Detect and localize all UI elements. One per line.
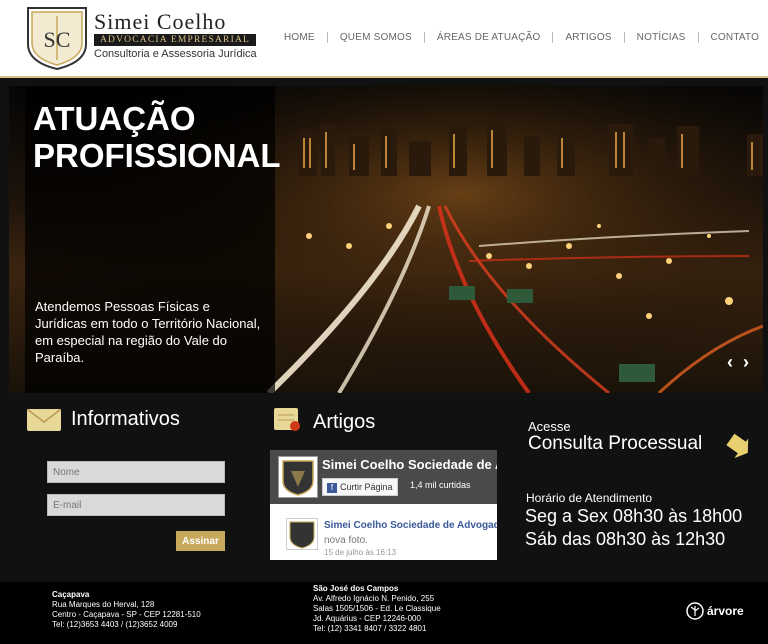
chevron-left-icon[interactable]: ‹ — [727, 352, 733, 373]
main-nav: HOME QUEM SOMOS ÁREAS DE ATUAÇÃO ARTIGOS… — [272, 30, 768, 44]
agency-credit[interactable]: árvore — [686, 602, 744, 620]
brand-band: Advocacia Empresarial — [94, 34, 256, 46]
brand-subtitle: Consultoria e Assessoria Jurídica — [94, 48, 257, 60]
hours-saturday: Sáb das 08h30 às 12h30 — [525, 529, 726, 549]
nav-noticias[interactable]: NOTÍCIAS — [625, 32, 698, 43]
hours-title: Horário de Atendimento — [526, 491, 653, 505]
fb-post-avatar[interactable] — [286, 518, 318, 550]
hero-slider: Atuação Profissional Atendemos Pessoas F… — [9, 86, 763, 393]
nav-areas-de-atuacao[interactable]: ÁREAS DE ATUAÇÃO — [425, 32, 553, 43]
address-line: Salas 1505/1506 - Ed. Le Classique — [313, 604, 441, 613]
site-header: SC Simei Coelho Advocacia Empresarial Co… — [0, 0, 768, 78]
facebook-icon: f — [327, 482, 337, 493]
arrow-down-right-icon[interactable] — [726, 434, 750, 458]
subscribe-button[interactable]: Assinar — [176, 531, 225, 551]
notepad-icon — [274, 408, 300, 431]
credit-label: árvore — [707, 604, 744, 618]
address-phone: Tel: (12) 3341 8407 / 3322 4801 — [313, 624, 427, 633]
envelope-icon — [27, 409, 61, 431]
nav-quem-somos[interactable]: QUEM SOMOS — [328, 32, 424, 43]
tree-logo-icon — [686, 602, 704, 620]
fb-like-label: Curtir Página — [340, 482, 393, 492]
brand-name: Simei Coelho — [94, 9, 227, 34]
fb-like-button[interactable]: f Curtir Página — [322, 478, 398, 496]
site-logo[interactable]: SC Simei Coelho Advocacia Empresarial Co… — [26, 6, 258, 70]
hero-title: Atuação Profissional — [33, 100, 281, 174]
address-line: Av. Alfredo Ignácio N. Penido, 255 — [313, 594, 435, 603]
address-line: Rua Marques do Herval, 128 — [52, 600, 155, 609]
address-line: Centro - Caçapava - SP - CEP 12281-510 — [52, 610, 201, 619]
chevron-right-icon[interactable]: › — [743, 352, 749, 373]
site-footer: Caçapava Rua Marques do Herval, 128 Cent… — [0, 582, 768, 644]
email-input[interactable] — [47, 494, 225, 516]
artigos-title: Artigos — [313, 411, 376, 433]
nav-artigos[interactable]: ARTIGOS — [553, 32, 623, 43]
address-city: Caçapava — [52, 590, 90, 599]
address-city: São José dos Campos — [313, 584, 399, 593]
hours-weekdays: Seg a Sex 08h30 às 18h00 — [525, 506, 743, 526]
name-input[interactable] — [47, 461, 225, 483]
facebook-page-widget: Simei Coelho Sociedade de Advogados fCur… — [270, 450, 497, 560]
fb-like-count: 1,4 mil curtidas — [410, 480, 471, 490]
fb-post-date[interactable]: 15 de julho às 16:13 — [324, 548, 396, 557]
nav-contato[interactable]: CONTATO — [699, 32, 768, 43]
informativos-title: Informativos — [71, 408, 180, 430]
hero-title-line1: Atuação — [33, 100, 196, 137]
slider-controls: ‹ › — [727, 352, 749, 373]
hero-description: Atendemos Pessoas Físicas e Jurídicas em… — [35, 299, 261, 365]
address-sjc: São José dos Campos Av. Alfredo Ignácio … — [313, 584, 441, 634]
logo-monogram: SC — [44, 27, 71, 52]
hero-caption-panel: Atuação Profissional Atendemos Pessoas F… — [25, 86, 281, 393]
consulta-processual-link[interactable]: Consulta Processual — [528, 433, 702, 455]
shield-logo-icon: SC — [27, 7, 87, 70]
fb-page-name[interactable]: Simei Coelho Sociedade de Advogados — [322, 457, 497, 472]
address-phone: Tel: (12)3653 4403 / (12)3652 4009 — [52, 620, 178, 629]
fb-post-text: nova foto. — [324, 535, 368, 546]
fb-page-header: Simei Coelho Sociedade de Advogados fCur… — [270, 450, 497, 504]
address-line: Jd. Aquárius - CEP 12246-000 — [313, 614, 421, 623]
consulta-prefix: Acesse — [528, 419, 571, 434]
hero-title-line2: Profissional — [33, 137, 281, 174]
fb-page-avatar[interactable] — [278, 456, 318, 498]
fb-post-author[interactable]: Simei Coelho Sociedade de Advogados — [324, 520, 497, 531]
nav-home[interactable]: HOME — [272, 32, 327, 43]
address-cacapava: Caçapava Rua Marques do Herval, 128 Cent… — [52, 590, 201, 630]
